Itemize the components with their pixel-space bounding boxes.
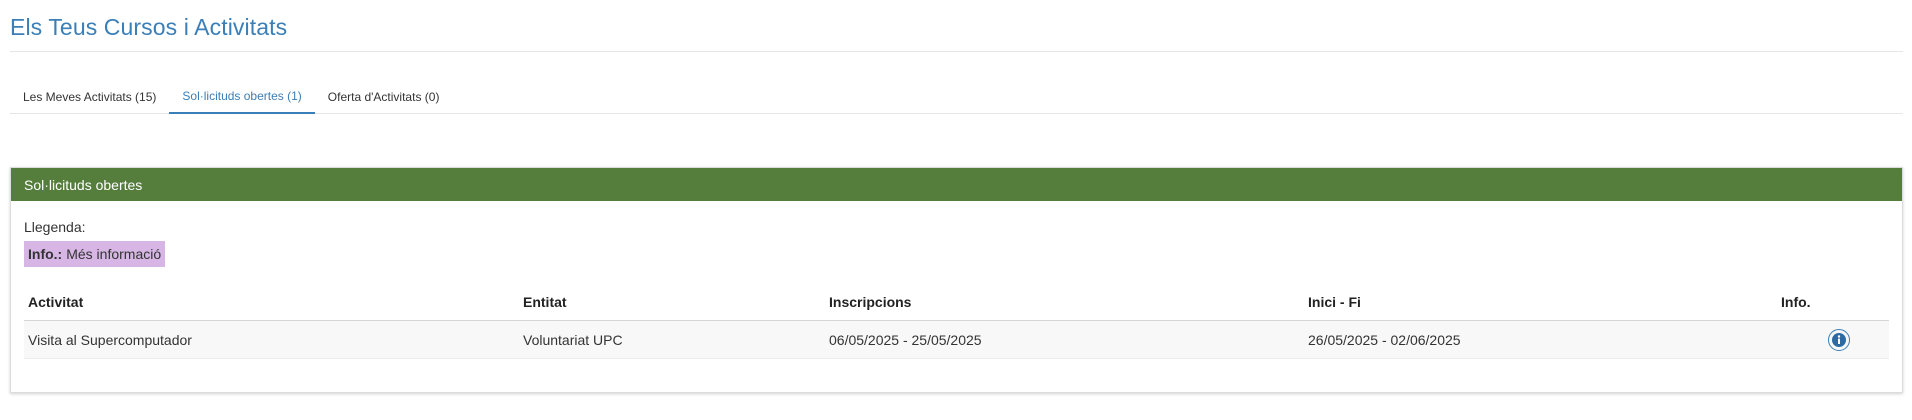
cell-info: [1824, 321, 1854, 358]
legend-key: Info.:: [28, 246, 63, 262]
table-header-row: Activitat Entitat Inscripcions Inici - F…: [24, 283, 1889, 321]
column-header-info: Info.: [1781, 293, 1811, 310]
title-divider: [10, 51, 1903, 52]
cell-inici-fi: 26/05/2025 - 02/06/2025: [1308, 331, 1461, 348]
cell-activitat: Visita al Supercomputador: [28, 331, 192, 348]
activities-table: Activitat Entitat Inscripcions Inici - F…: [24, 283, 1889, 359]
column-header-activitat: Activitat: [28, 293, 84, 310]
panel-header: Sol·licituds obertes: [11, 168, 1902, 201]
cell-inscripcions: 06/05/2025 - 25/05/2025: [829, 331, 982, 348]
legend-label: Llegenda:: [24, 219, 86, 235]
info-circle-icon[interactable]: [1828, 328, 1850, 351]
table-row: Visita al Supercomputador Voluntariat UP…: [24, 321, 1889, 359]
column-header-inici-fi: Inici - Fi: [1308, 293, 1361, 310]
tab-my-activities[interactable]: Les Meves Activitats (15): [10, 80, 170, 114]
open-requests-panel: Sol·licituds obertes Llegenda: Info.: Mé…: [10, 167, 1903, 393]
tab-activity-offer[interactable]: Oferta d'Activitats (0): [314, 80, 453, 114]
column-header-entitat: Entitat: [523, 293, 567, 310]
cell-entitat: Voluntariat UPC: [523, 331, 623, 348]
legend-badge: Info.: Més informació: [24, 241, 166, 267]
tab-open-requests[interactable]: Sol·licituds obertes (1): [169, 80, 315, 114]
tab-bar-rule: [452, 80, 1903, 114]
legend-value: Més informació: [66, 246, 162, 262]
column-header-inscripcions: Inscripcions: [829, 293, 912, 310]
tab-bar: Les Meves Activitats (15) Sol·licituds o…: [10, 80, 1903, 114]
page-title: Els Teus Cursos i Activitats: [10, 14, 288, 40]
